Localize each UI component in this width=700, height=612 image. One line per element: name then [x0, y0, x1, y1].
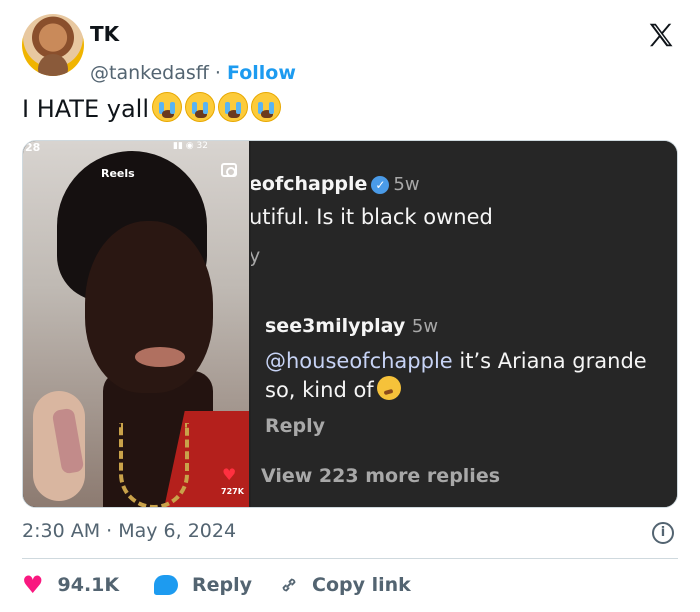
comments-panel: eofchapple ✓ 5w utiful. Is it black owned …: [251, 141, 677, 507]
phone-status-icons: ▮▮ ◉ 32: [173, 141, 208, 151]
reels-label: Reels: [101, 167, 135, 180]
tweet-timestamp[interactable]: 2:30 AM · May 6, 2024: [22, 520, 236, 542]
tweet-media[interactable]: 28 ▮▮ ◉ 32 Reels ♥ 727K eofchapple ✓ 5w ut…: [22, 140, 678, 508]
author-handle[interactable]: @tankedasff: [90, 62, 209, 84]
divider: [22, 558, 678, 559]
copy-link-label: Copy link: [312, 574, 411, 596]
link-icon: [282, 578, 296, 592]
follow-button[interactable]: Follow: [227, 62, 296, 84]
handle-separator: ·: [214, 62, 221, 84]
reply-bubble-icon: [154, 575, 178, 595]
crying-face-icon: [251, 92, 282, 122]
comment2-reply: Reply: [265, 415, 326, 437]
reel-heart-icon: ♥: [222, 465, 237, 484]
comment1-user: eofchapple: [251, 173, 368, 195]
avatar[interactable]: [22, 14, 84, 76]
comment1-ago: 5w: [393, 174, 420, 195]
comment2-header: see3milyplay 5w: [265, 315, 438, 337]
woozy-face-icon: [376, 376, 401, 400]
like-button[interactable]: ♥ 94.1K: [22, 570, 119, 600]
comment1-reply-fragment: y: [251, 245, 260, 267]
like-count: 94.1K: [57, 574, 120, 596]
comment2-line2: so, kind of: [265, 378, 374, 402]
author-name[interactable]: TK: [90, 22, 119, 46]
reply-label: Reply: [192, 574, 253, 596]
necklace-shape: [119, 423, 189, 507]
face-shape: [85, 221, 213, 393]
comment2-mention: @houseofchapple: [265, 349, 453, 373]
reply-button[interactable]: Reply: [154, 570, 252, 600]
x-logo-icon[interactable]: [646, 20, 676, 50]
info-icon[interactable]: i: [652, 522, 674, 544]
crying-face-icon: [185, 92, 216, 122]
tweet-body: I HATE yall: [22, 95, 150, 123]
comment1-header: eofchapple ✓ 5w: [251, 173, 420, 195]
author-handle-line: @tankedasff · Follow: [90, 62, 296, 84]
crying-face-icon: [152, 92, 183, 122]
comment2-text: @houseofchapple it’s Ariana grande so, k…: [265, 347, 647, 405]
comment2-ago: 5w: [411, 316, 439, 337]
lip-shape: [135, 347, 185, 367]
camera-icon: [221, 163, 237, 177]
tweet-header: TK @tankedasff · Follow: [22, 14, 682, 84]
heart-icon: ♥: [22, 571, 44, 599]
comment1-text: utiful. Is it black owned: [251, 205, 493, 229]
view-more-replies: View 223 more replies: [261, 465, 501, 487]
reel-photo: 28 ▮▮ ◉ 32 Reels ♥ 727K: [23, 141, 249, 507]
reel-like-count: 727K: [221, 487, 244, 496]
verified-badge-icon: ✓: [371, 176, 390, 194]
crying-face-icon: [218, 92, 249, 122]
comment2-line1: it’s Ariana grande: [452, 349, 647, 373]
comment2-user: see3milyplay: [265, 315, 406, 337]
phone-status-time: 28: [25, 141, 41, 154]
copy-link-button[interactable]: Copy link: [278, 570, 411, 600]
tweet-actions: ♥ 94.1K Reply Copy link: [22, 570, 678, 600]
tweet-text: I HATE yall: [22, 92, 282, 123]
